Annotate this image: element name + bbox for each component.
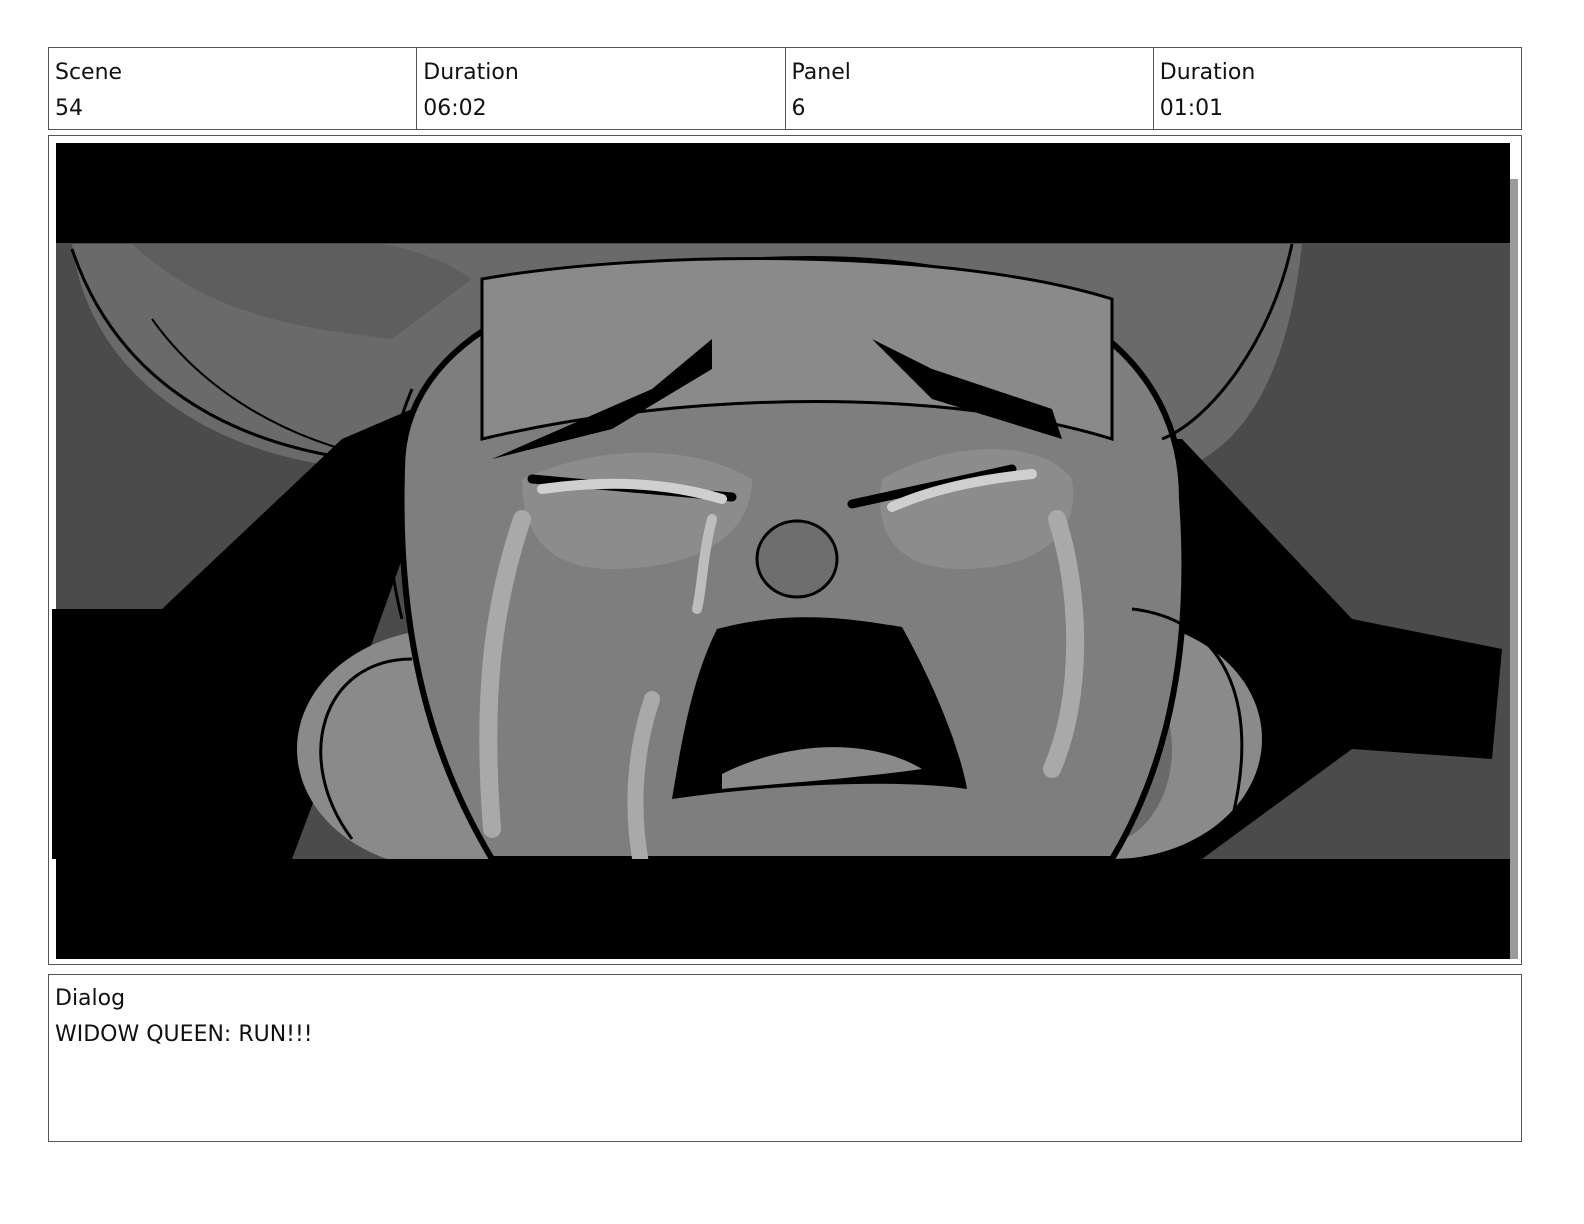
dialog-box: Dialog WIDOW QUEEN: RUN!!! [48, 974, 1522, 1142]
scene-duration-label: Duration [423, 60, 519, 85]
panel-info-header: Scene 54 Duration 06:02 Panel 6 Duration… [48, 47, 1522, 130]
panel-label: Panel [791, 60, 851, 85]
scene-duration-cell: Duration 06:02 [417, 48, 786, 129]
storyboard-frame [48, 135, 1522, 965]
panel-value: 6 [791, 96, 806, 121]
panel-cell: Panel 6 [786, 48, 1154, 129]
dialog-text: WIDOW QUEEN: RUN!!! [55, 1022, 313, 1047]
storyboard-page: { "header": { "scene_label": "Scene", "s… [0, 0, 1584, 1224]
panel-duration-label: Duration [1159, 60, 1256, 85]
panel-duration-value: 01:01 [1159, 96, 1224, 121]
dialog-label: Dialog [55, 986, 126, 1011]
scene-cell: Scene 54 [49, 48, 418, 129]
storyboard-sketch-image [52, 143, 1518, 959]
panel-duration-cell: Duration 01:01 [1154, 48, 1521, 129]
scene-value: 54 [55, 96, 83, 121]
scene-duration-value: 06:02 [423, 96, 487, 121]
scene-label: Scene [55, 60, 123, 85]
